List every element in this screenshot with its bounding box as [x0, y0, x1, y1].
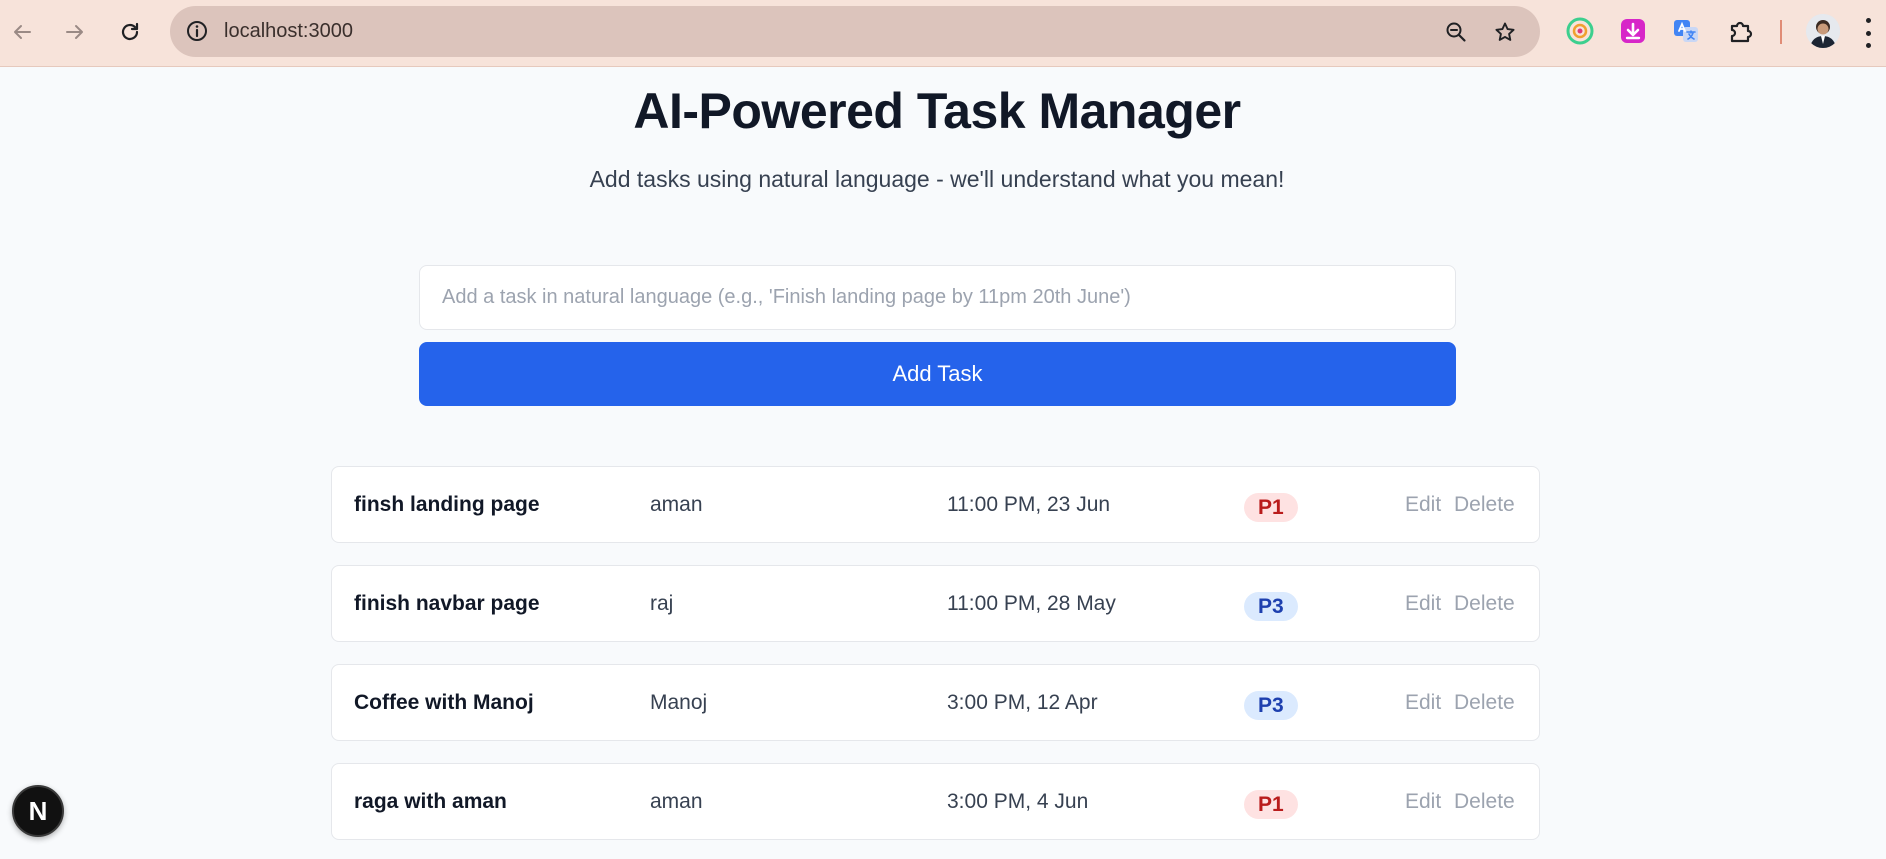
puzzle-icon[interactable]	[1726, 16, 1756, 46]
task-assignee: Manoj	[650, 691, 708, 714]
task-title: raga with aman	[354, 790, 507, 813]
edit-button[interactable]: Edit	[1405, 592, 1441, 616]
add-task-button[interactable]: Add Task	[419, 342, 1456, 406]
edit-button[interactable]: Edit	[1405, 691, 1441, 715]
task-due-date: 11:00 PM, 28 May	[947, 592, 1116, 615]
task-due-date: 3:00 PM, 12 Apr	[947, 691, 1098, 714]
priority-badge: P1	[1244, 790, 1298, 819]
profile-avatar[interactable]	[1806, 14, 1840, 48]
task-row: finish navbar page raj 11:00 PM, 28 May …	[331, 565, 1540, 642]
task-row: Coffee with Manoj Manoj 3:00 PM, 12 Apr …	[331, 664, 1540, 741]
forward-arrow-icon[interactable]	[57, 14, 93, 50]
task-title: finsh landing page	[354, 493, 540, 516]
task-assignee: aman	[650, 493, 703, 516]
browser-toolbar: localhost:3000	[0, 0, 1886, 67]
delete-button[interactable]: Delete	[1454, 691, 1515, 715]
task-assignee: raj	[650, 592, 674, 615]
kebab-menu-icon[interactable]	[1862, 18, 1874, 48]
delete-button[interactable]: Delete	[1454, 790, 1515, 814]
task-due-date: 3:00 PM, 4 Jun	[947, 790, 1089, 813]
download-extension-icon[interactable]	[1618, 16, 1648, 46]
address-bar[interactable]: localhost:3000	[170, 6, 1540, 57]
task-title: finish navbar page	[354, 592, 540, 615]
page-title: AI-Powered Task Manager	[633, 83, 1241, 139]
nextjs-dev-badge[interactable]: N	[12, 785, 64, 837]
reload-icon[interactable]	[112, 14, 148, 50]
grammarly-icon[interactable]	[1565, 16, 1595, 46]
delete-button[interactable]: Delete	[1454, 493, 1515, 517]
task-due-date: 11:00 PM, 23 Jun	[947, 493, 1111, 516]
priority-badge: P3	[1244, 691, 1298, 720]
star-icon[interactable]	[1490, 17, 1520, 47]
toolbar-divider	[1780, 20, 1782, 44]
url-text[interactable]: localhost:3000	[224, 20, 353, 43]
task-row: raga with aman aman 3:00 PM, 4 Jun P1 Ed…	[331, 763, 1540, 840]
translate-icon[interactable]	[1671, 16, 1701, 46]
edit-button[interactable]: Edit	[1405, 493, 1441, 517]
page-subtitle: Add tasks using natural language - we'll…	[589, 166, 1285, 192]
delete-button[interactable]: Delete	[1454, 592, 1515, 616]
zoom-icon[interactable]	[1441, 17, 1471, 47]
back-arrow-icon[interactable]	[4, 14, 40, 50]
task-input[interactable]	[419, 265, 1456, 330]
task-title: Coffee with Manoj	[354, 691, 534, 714]
priority-badge: P3	[1244, 592, 1298, 621]
info-icon[interactable]	[184, 18, 210, 44]
task-row: finsh landing page aman 11:00 PM, 23 Jun…	[331, 466, 1540, 543]
task-list: finsh landing page aman 11:00 PM, 23 Jun…	[331, 466, 1540, 859]
task-assignee: aman	[650, 790, 703, 813]
edit-button[interactable]: Edit	[1405, 790, 1441, 814]
priority-badge: P1	[1244, 493, 1298, 522]
